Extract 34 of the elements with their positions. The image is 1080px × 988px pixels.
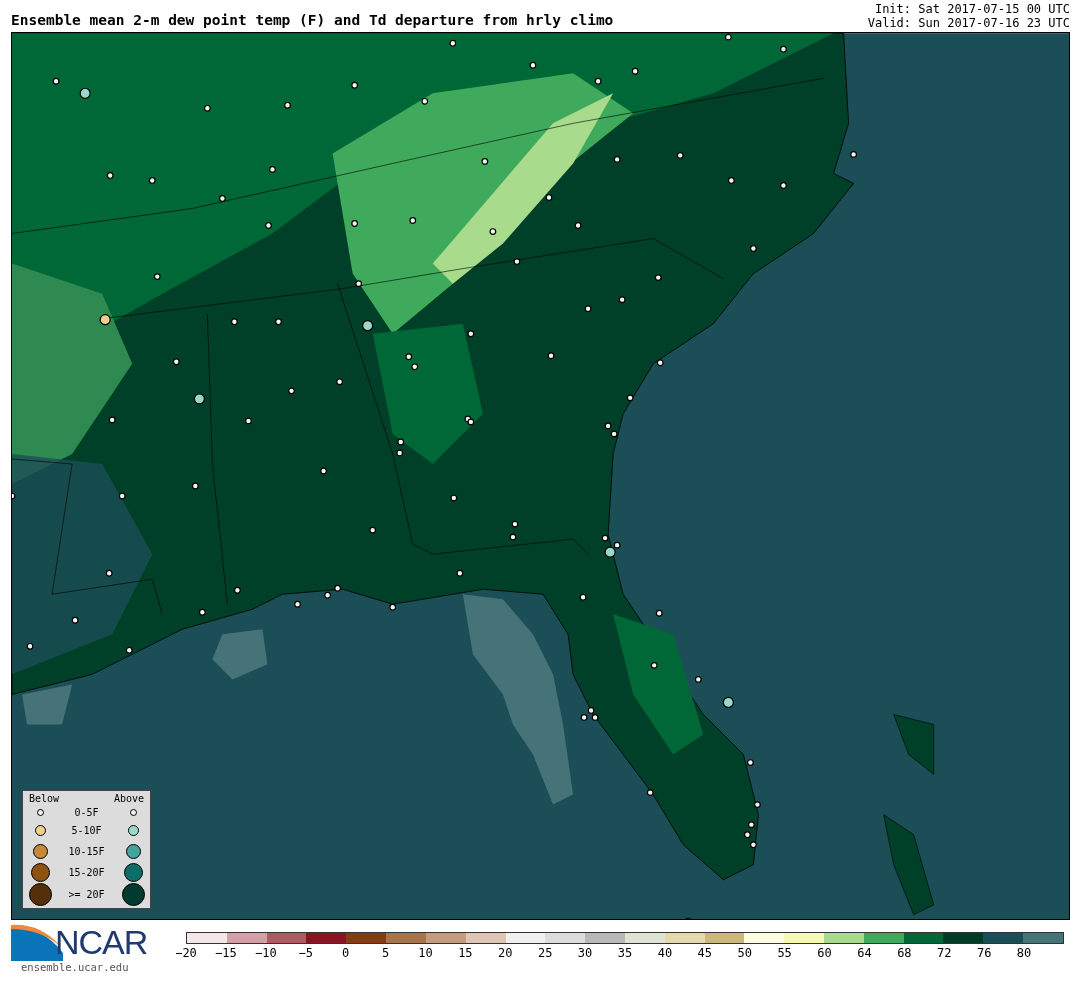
scale-tick-label: 40	[657, 946, 673, 960]
scale-tick-label: 68	[897, 946, 912, 960]
scale-tick-label: 64	[857, 946, 872, 960]
scale-tick-label: 15	[458, 946, 473, 960]
valid-time: Valid: Sun 2017-07-16 23 UTC	[867, 16, 1070, 30]
scale-tick-label: 60	[817, 946, 832, 960]
scale-tick-label: −5	[298, 946, 313, 960]
legend-label: 0-5F	[73, 806, 100, 818]
site-url: ensemble.ucar.edu	[21, 961, 130, 973]
scale-tick-label: 30	[577, 946, 593, 960]
scale-tick-label: −10	[254, 946, 277, 960]
scale-tick-label: 5	[381, 946, 390, 960]
scale-tick-label: 35	[617, 946, 633, 960]
scale-tick-label: 80	[1016, 946, 1032, 960]
legend-heading: Above	[113, 793, 144, 804]
scale-tick-label: 45	[697, 946, 713, 960]
scale-tick-label: 72	[937, 946, 952, 960]
scale-tick-label: 76	[976, 946, 992, 960]
scale-tick-label: 55	[777, 946, 792, 960]
legend-label: 10-15F	[67, 846, 106, 857]
scale-tick-label: 50	[737, 946, 752, 960]
logo-wordmark: NCAR	[55, 923, 148, 961]
legend-heading: Below	[29, 793, 60, 804]
scale-tick-label: −20	[175, 946, 197, 960]
scale-tick-label: −15	[215, 946, 237, 960]
scale-tick-label: 20	[498, 946, 513, 960]
legend-label: 5-10F	[70, 825, 103, 836]
chart-title: Ensemble mean 2-m dew point temp (F) and Td departure from hrly climo	[11, 12, 614, 30]
scale-tick-label: 10	[418, 946, 433, 960]
legend-label: >= 20F	[67, 889, 106, 900]
init-time: Init: Sat 2017-07-15 00 UTC	[874, 2, 1070, 16]
scale-tick-label: 0	[342, 946, 350, 960]
scale-tick-label: 25	[537, 946, 553, 960]
legend-label: 15-20F	[67, 867, 106, 878]
